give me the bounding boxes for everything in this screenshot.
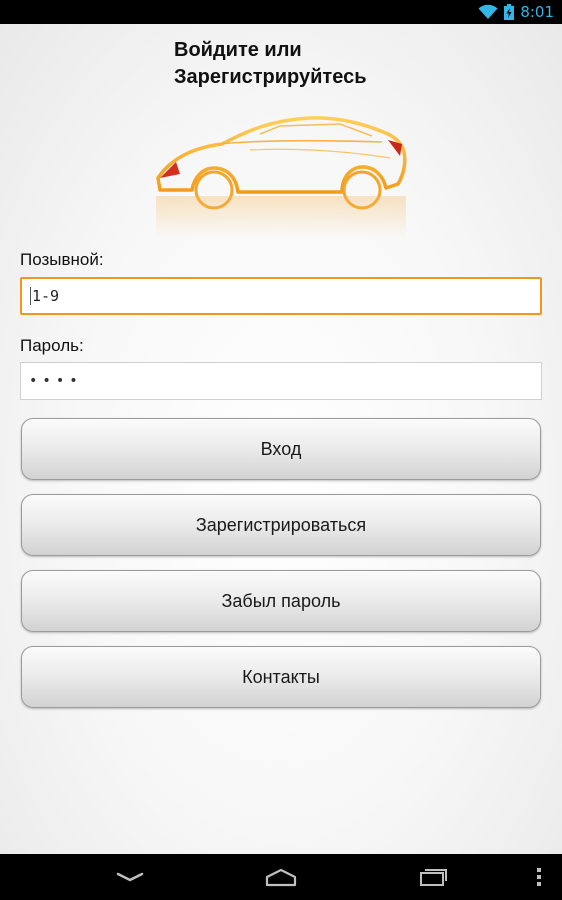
callsign-label: Позывной: xyxy=(20,250,104,269)
forgot-password-button[interactable]: Забыл пароль xyxy=(21,570,541,632)
title-line-2: Зарегистрируйтесь xyxy=(174,66,367,88)
text-cursor xyxy=(30,287,31,305)
navigation-bar xyxy=(0,854,562,900)
status-bar: 8:01 xyxy=(0,0,562,24)
page-title: Войдите или Зарегистрируйтесь xyxy=(174,37,474,91)
home-icon[interactable] xyxy=(251,854,311,900)
login-button[interactable]: Вход xyxy=(21,418,541,480)
callsign-value: 1-9 xyxy=(32,287,60,305)
title-line-1: Войдите или xyxy=(174,39,302,61)
battery-charging-icon xyxy=(504,4,515,20)
contacts-button[interactable]: Контакты xyxy=(21,646,541,708)
car-outline-logo xyxy=(156,116,407,238)
back-icon[interactable] xyxy=(100,854,160,900)
menu-icon[interactable] xyxy=(524,854,554,900)
register-button[interactable]: Зарегистрироваться xyxy=(21,494,541,556)
login-screen: Войдите или Зарегистрируйтесь Позывной: xyxy=(0,24,562,854)
password-masked-value: •••• xyxy=(29,373,83,389)
wifi-icon xyxy=(478,4,498,20)
callsign-input[interactable]: 1-9 xyxy=(20,277,542,315)
status-time: 8:01 xyxy=(520,3,554,21)
recent-apps-icon[interactable] xyxy=(403,854,463,900)
password-label: Пароль: xyxy=(20,336,84,355)
password-input[interactable]: •••• xyxy=(20,362,542,400)
